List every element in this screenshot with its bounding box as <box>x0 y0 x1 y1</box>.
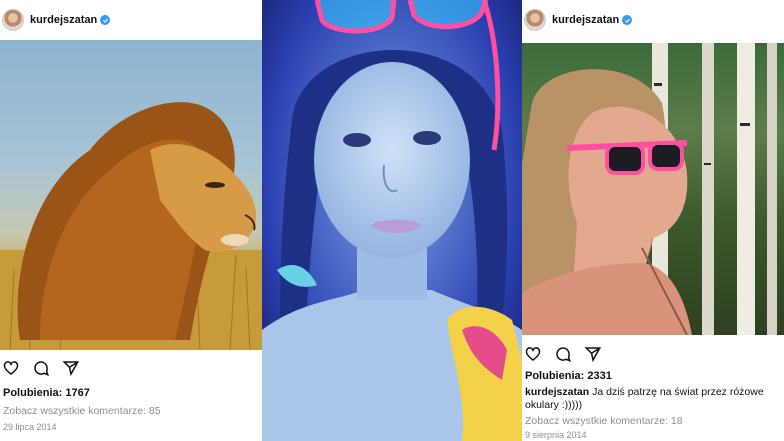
caption-username[interactable]: kurdejszatan <box>525 386 589 398</box>
username[interactable]: kurdejszatan <box>552 14 619 26</box>
verified-icon <box>622 15 633 25</box>
verified-icon <box>100 15 111 25</box>
likes-count[interactable]: Polubienia: 1767 <box>3 387 90 399</box>
share-icon[interactable] <box>584 345 602 363</box>
comment-icon[interactable] <box>554 345 572 363</box>
post-date: 29 lipca 2014 <box>3 422 57 432</box>
forest-selfie-photo[interactable] <box>522 43 784 335</box>
post-actions <box>522 342 784 366</box>
username[interactable]: kurdejszatan <box>30 14 97 26</box>
avatar[interactable] <box>524 9 546 31</box>
post-actions <box>0 356 262 380</box>
likes-count[interactable]: Polubienia: 2331 <box>525 370 612 382</box>
instagram-post-lion: kurdejszatan Polubienia: 1767 Zobacz wsz… <box>0 0 262 441</box>
comment-icon[interactable] <box>32 359 50 377</box>
post-date: 9 sierpnia 2014 <box>525 430 587 440</box>
share-icon[interactable] <box>62 359 80 377</box>
view-comments-link[interactable]: Zobacz wszystkie komentarze: 18 <box>525 415 683 427</box>
post-header: kurdejszatan <box>522 0 784 40</box>
avatar[interactable] <box>2 9 24 31</box>
lion-photo[interactable] <box>0 40 262 350</box>
view-comments-link[interactable]: Zobacz wszystkie komentarze: 85 <box>3 405 161 417</box>
post-caption: kurdejszatan Ja dziś patrzę na świat prz… <box>525 386 775 412</box>
heart-icon[interactable] <box>524 345 542 363</box>
heart-icon[interactable] <box>2 359 20 377</box>
post-header: kurdejszatan <box>0 0 262 40</box>
instagram-post-forest: kurdejszatan Polubienia: 2331 kurdejszat… <box>522 0 784 441</box>
selfie-photo[interactable] <box>262 0 522 441</box>
